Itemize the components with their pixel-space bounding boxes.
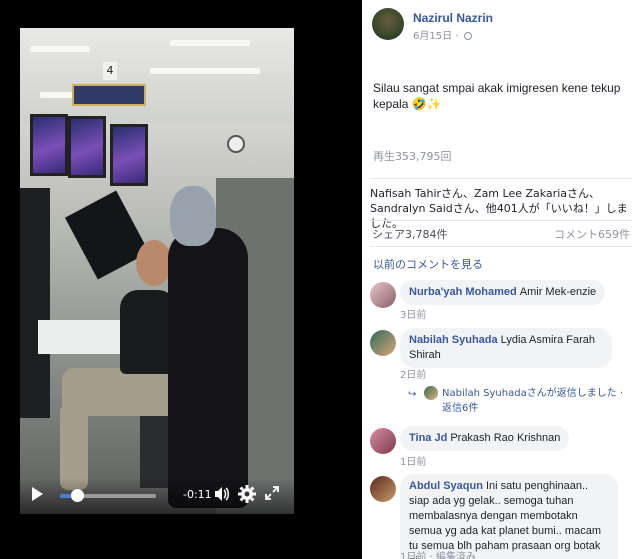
reply-arrow-icon: ↪ [408, 389, 417, 400]
divider [370, 246, 632, 247]
reply-avatar [424, 386, 438, 400]
comment-time[interactable]: 2日前 [400, 366, 426, 381]
dark-panel [20, 188, 50, 418]
globe-icon [463, 32, 472, 40]
commenter-name[interactable]: Abdul Syaqun [409, 480, 483, 492]
ceiling-light [150, 68, 260, 74]
counter-sign [72, 84, 146, 106]
comment-time[interactable]: 1日前 [400, 453, 426, 468]
comment-count[interactable]: コメント659件 [554, 226, 630, 242]
counter-number-sign: 4 [103, 62, 117, 80]
wall-poster [30, 114, 68, 176]
post-date[interactable]: 6月15日 [413, 31, 452, 42]
gear-icon[interactable] [237, 484, 257, 504]
comment-bubble: Nurba'yah Mohamed Amir Mek-enzie [400, 280, 606, 305]
commenter-avatar[interactable] [370, 428, 396, 454]
author-avatar[interactable] [372, 8, 404, 40]
commenter-avatar[interactable] [370, 282, 396, 308]
divider [370, 220, 632, 221]
share-count[interactable]: シェア3,784件 [372, 226, 448, 242]
comment-bubble: Abdul Syaqun Ini satu penghinaan.. siap a… [400, 474, 618, 559]
comment-bubble: Nabilah Syuhada Lydia Asmira Farah Shirah [400, 328, 612, 368]
commenter-name[interactable]: Tina Jd [409, 432, 447, 444]
play-icon[interactable] [32, 487, 43, 501]
author-name[interactable]: Nazirul Nazrin [413, 11, 493, 25]
bald-head [136, 240, 172, 286]
video-panel: 4 -0:11 [0, 0, 362, 559]
volume-icon[interactable] [213, 485, 231, 503]
comment-item: Tina Jd Prakash Rao Krishnan [370, 426, 632, 456]
progress-fill [60, 494, 72, 498]
commenter-name[interactable]: Nabilah Syuhada [409, 334, 498, 346]
commenter-avatar[interactable] [370, 476, 396, 502]
time-remaining: -0:11 [183, 488, 212, 501]
tagged-user[interactable]: Prakash Rao Krishnan [450, 432, 560, 444]
divider [370, 178, 632, 179]
tagged-user[interactable]: Amir Mek-enzie [520, 286, 596, 298]
comment-time[interactable]: 1日前 · 編集済み [400, 548, 476, 559]
post-panel: Nazirul Nazrin 6月15日 · Silau sangat smpa… [362, 0, 640, 559]
hijab-head [170, 186, 216, 246]
ceiling-light [170, 40, 250, 46]
video-controls: -0:11 [20, 478, 294, 514]
view-previous-comments-link[interactable]: 以前のコメントを見る [373, 256, 483, 272]
wall-poster [110, 124, 148, 186]
wall-poster [68, 116, 106, 178]
comment-item: Nabilah Syuhada Lydia Asmira Farah Shirah [370, 328, 632, 368]
comment-item: Abdul Syaqun Ini satu penghinaan.. siap a… [370, 474, 632, 559]
reactions-summary[interactable]: Nafisah Tahirさん、Zam Lee Zakariaさん、Sandra… [370, 186, 632, 231]
video-frame[interactable]: 4 [20, 28, 294, 514]
ceiling [20, 28, 294, 123]
standing-officer [168, 228, 248, 508]
post-meta: 6月15日 · [413, 27, 472, 42]
progress-thumb[interactable] [71, 489, 84, 502]
commenter-avatar[interactable] [370, 330, 396, 356]
wall-clock [227, 135, 245, 153]
view-count: 再生353,795回 [373, 150, 452, 163]
ceiling-light [30, 46, 90, 52]
post-text: Silau sangat smpai akak imigresen kene t… [373, 81, 621, 111]
fullscreen-icon[interactable] [264, 485, 280, 501]
comment-bubble: Tina Jd Prakash Rao Krishnan [400, 426, 570, 451]
replies-summary[interactable]: Nabilah Syuhadaさんが返信しました · 返信6件 [442, 386, 632, 416]
comment-time[interactable]: 3日前 [400, 306, 426, 321]
commenter-name[interactable]: Nurba'yah Mohamed [409, 286, 517, 298]
